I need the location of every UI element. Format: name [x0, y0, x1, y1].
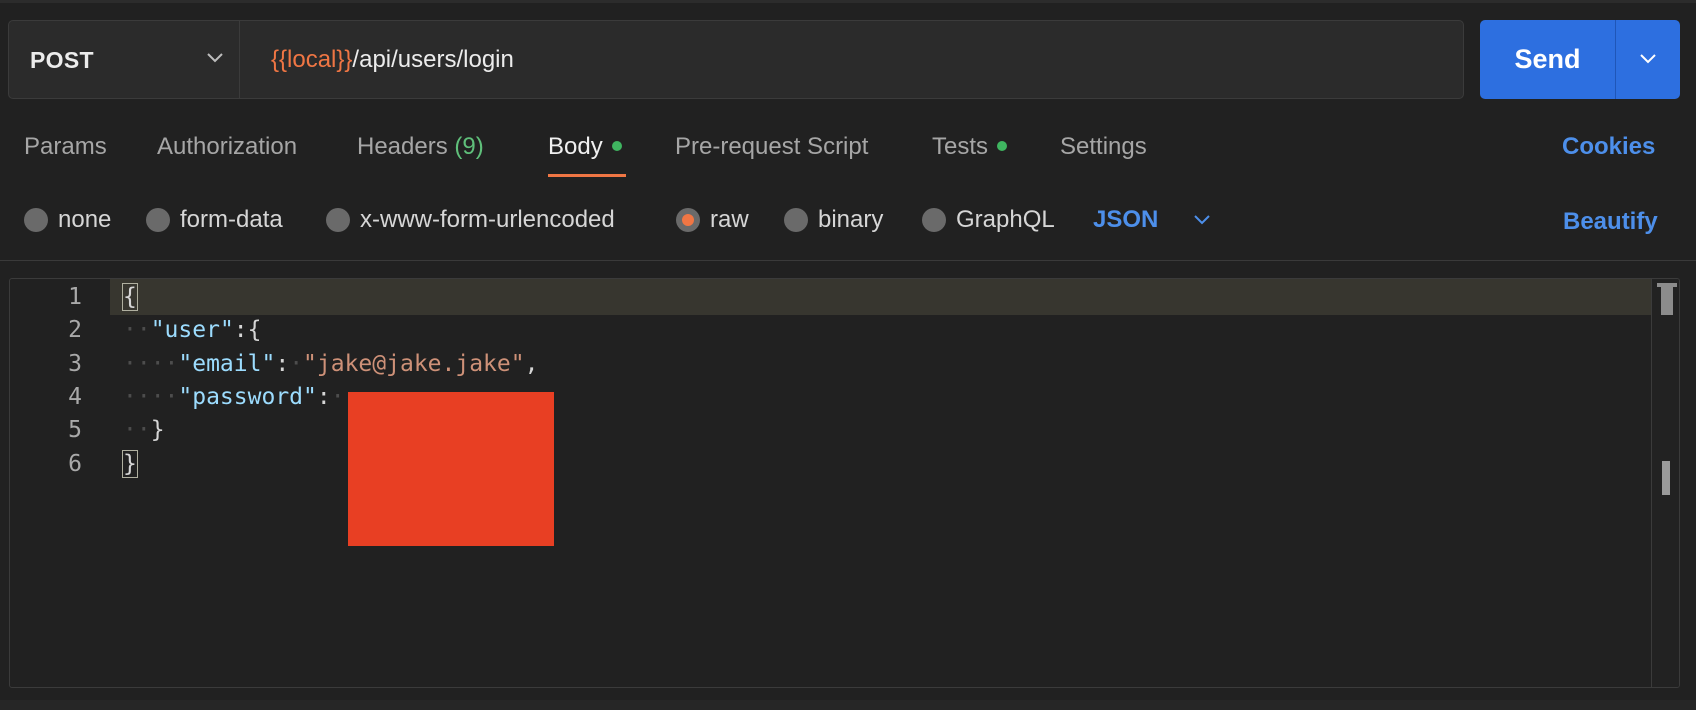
tab-body[interactable]: Body: [548, 133, 622, 161]
radio-none[interactable]: none: [24, 200, 111, 240]
tab-label: Body: [548, 133, 603, 160]
radio-button-selected: [676, 208, 700, 232]
code-token: "password": [178, 383, 317, 410]
radio-form-data[interactable]: form-data: [146, 200, 283, 240]
line-number: 2: [68, 317, 82, 344]
line-number: 1: [68, 284, 82, 310]
url-input[interactable]: {{local}}/api/users/login: [241, 21, 1463, 98]
code-line: 6}: [10, 446, 1660, 482]
line-number: 3: [68, 350, 82, 377]
radio-label: form-data: [180, 206, 283, 233]
tab-pre-request-script[interactable]: Pre-request Script: [675, 133, 868, 161]
send-options-dropdown[interactable]: [1616, 20, 1680, 99]
send-button[interactable]: Send: [1480, 20, 1615, 99]
beautify-button[interactable]: Beautify: [1563, 208, 1658, 236]
radio-x-www-form-urlencoded[interactable]: x-www-form-urlencoded: [326, 200, 615, 240]
code-token: }: [122, 449, 138, 478]
tab-params[interactable]: Params: [24, 133, 107, 161]
radio-button: [326, 208, 350, 232]
indent-guide: ····: [123, 383, 179, 410]
radio-label: binary: [818, 206, 884, 233]
cookies-link[interactable]: Cookies: [1562, 133, 1655, 161]
radio-button: [146, 208, 170, 232]
active-tab-underline: [548, 174, 626, 177]
code-token: :{: [233, 317, 262, 344]
code-line: 3 ····"email":·"jake@jake.jake",: [10, 346, 1660, 382]
scrollbar-thumb[interactable]: [1657, 283, 1677, 315]
code-token: {: [122, 283, 138, 311]
radio-button: [922, 208, 946, 232]
code-line: 4 ····"password":·: [10, 379, 1660, 415]
radio-graphql[interactable]: GraphQL: [922, 200, 1055, 240]
chevron-down-icon: [1194, 215, 1211, 225]
line-number: 5: [68, 417, 82, 444]
headers-count: (9): [454, 133, 484, 160]
body-type-selector: none form-data x-www-form-urlencoded raw…: [0, 200, 1696, 240]
code-text: ··"user":{: [123, 312, 262, 348]
tab-tests[interactable]: Tests: [932, 133, 1008, 161]
code-line: 1{: [10, 279, 1660, 315]
code-text: ····"password":·: [123, 379, 345, 415]
method-select[interactable]: POST: [9, 21, 240, 98]
code-token: ·: [289, 350, 304, 377]
radio-binary[interactable]: binary: [784, 200, 883, 240]
radio-label: none: [58, 206, 112, 233]
code-line: 2 ··"user":{: [10, 312, 1660, 348]
scrollbar-marker: [1662, 461, 1670, 495]
code-token: "user": [150, 317, 234, 344]
code-token: :: [275, 350, 290, 377]
code-editor[interactable]: 1{2 ··"user":{3 ····"email":·"jake@jake.ja…: [9, 278, 1680, 688]
code-token: "jake@jake.jake": [303, 350, 525, 377]
line-number: 4: [68, 383, 82, 410]
indent-guide: ····: [123, 350, 179, 377]
tab-headers[interactable]: Headers (9): [357, 133, 484, 161]
code-token: :: [316, 383, 331, 410]
code-token: "email": [178, 350, 276, 377]
radio-raw[interactable]: raw: [676, 200, 749, 240]
method-label: POST: [30, 47, 94, 73]
top-border: [0, 0, 1696, 3]
url-variable: {{local}}: [271, 45, 353, 73]
bottom-border: [0, 700, 1696, 710]
tests-indicator-dot: [997, 140, 1008, 151]
radio-label: x-www-form-urlencoded: [360, 206, 615, 233]
send-button-group: Send: [1480, 20, 1680, 99]
code-token: }: [150, 417, 165, 444]
code-text: {: [122, 279, 138, 315]
tab-label: Params: [24, 133, 107, 160]
chevron-down-icon: [207, 53, 223, 63]
radio-label: GraphQL: [956, 206, 1055, 233]
code-token: ,: [524, 350, 539, 377]
editor-scrollbar[interactable]: [1651, 279, 1679, 687]
code-text: }: [122, 446, 138, 482]
tab-authorization[interactable]: Authorization: [157, 133, 297, 161]
request-url-bar: POST {{local}}/api/users/login: [8, 20, 1464, 99]
code-token: ·: [330, 383, 345, 410]
tab-label: Pre-request Script: [675, 133, 869, 160]
code-text: ····"email":·"jake@jake.jake",: [123, 346, 538, 382]
tab-label: Headers: [357, 133, 448, 160]
format-label: JSON: [1093, 206, 1159, 233]
section-divider: [0, 260, 1696, 261]
request-tabs: Params Authorization Headers (9) Body Pr…: [0, 125, 1696, 185]
format-select[interactable]: JSON: [1093, 200, 1212, 240]
tab-settings[interactable]: Settings: [1060, 133, 1147, 161]
tab-label: Tests: [932, 133, 989, 160]
code-line: 5 ··}: [10, 412, 1660, 448]
radio-label: raw: [710, 206, 749, 233]
redaction-box: [348, 392, 554, 546]
url-path: /api/users/login: [352, 45, 514, 73]
radio-button: [784, 208, 808, 232]
tab-label: Settings: [1060, 133, 1147, 160]
radio-button: [24, 208, 48, 232]
indent-guide: ··: [123, 417, 151, 444]
indent-guide: ··: [123, 317, 151, 344]
tab-label: Authorization: [157, 133, 298, 160]
chevron-down-icon: [1640, 54, 1656, 64]
body-indicator-dot: [611, 140, 622, 151]
line-number: 6: [68, 450, 82, 477]
code-text: ··}: [123, 412, 165, 448]
